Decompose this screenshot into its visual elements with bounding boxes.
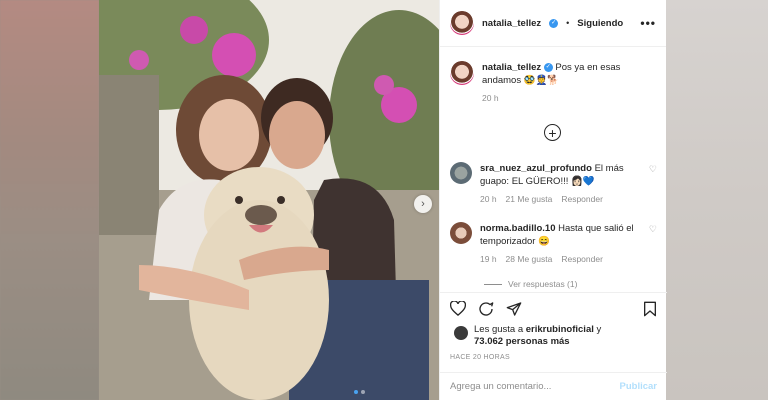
- caption-avatar[interactable]: [450, 61, 474, 85]
- avatar[interactable]: [450, 11, 474, 35]
- bookmark-icon[interactable]: [643, 301, 657, 317]
- header-username[interactable]: natalia_tellez: [482, 18, 541, 29]
- caption-time: 20 h: [482, 93, 499, 103]
- comment-input[interactable]: [450, 381, 620, 392]
- caption: natalia_tellez ✓ Pos ya en esas andamos …: [440, 47, 666, 103]
- carousel-dot-active: [354, 390, 358, 394]
- post-actions: [440, 292, 667, 324]
- more-icon[interactable]: •••: [640, 16, 656, 30]
- add-comment-bar: Publicar: [440, 372, 667, 400]
- comment-username[interactable]: sra_nuez_azul_profundo: [480, 163, 592, 174]
- comment-likes[interactable]: 28 Me gusta: [506, 253, 553, 266]
- heart-icon[interactable]: [450, 301, 466, 316]
- comment-time: 20 h: [480, 194, 497, 204]
- plus-circle-icon[interactable]: +: [544, 124, 561, 141]
- next-photo-button[interactable]: ›: [414, 195, 432, 213]
- comment-item: sra_nuez_azul_profundo El más guapo: EL …: [450, 162, 657, 206]
- comment-avatar[interactable]: [450, 162, 472, 184]
- comment-time: 19 h: [480, 254, 497, 264]
- follow-status-button[interactable]: Siguiendo: [577, 18, 623, 29]
- replies-divider: [484, 283, 502, 285]
- comment-item: norma.badillo.10 Hasta que salió el temp…: [450, 222, 657, 266]
- post-photo[interactable]: [99, 0, 439, 400]
- view-replies-label: Ver respuestas (1): [508, 279, 578, 289]
- likes-count[interactable]: 73.062 personas más: [474, 336, 570, 347]
- chevron-right-icon: ›: [421, 198, 425, 210]
- carousel-indicator: [354, 390, 365, 394]
- verified-icon: ✓: [549, 18, 559, 28]
- background-blur-right: [666, 0, 768, 400]
- post-header: natalia_tellez ✓ • Siguiendo •••: [440, 0, 666, 47]
- liker-username[interactable]: erikrubinoficial: [526, 324, 594, 335]
- reply-button[interactable]: Responder: [561, 253, 603, 266]
- verified-icon: ✓: [543, 62, 553, 72]
- comment-username[interactable]: norma.badillo.10: [480, 223, 556, 234]
- likes-summary: Les gusta a erikrubinoficial y 73.062 pe…: [454, 324, 601, 348]
- comment-avatar[interactable]: [450, 222, 472, 244]
- comment-like-icon[interactable]: ♡: [649, 224, 657, 266]
- caption-username[interactable]: natalia_tellez: [482, 62, 541, 73]
- photo-illustration: [99, 0, 439, 400]
- follow-separator: •: [566, 18, 570, 28]
- likes-middle: y: [596, 324, 602, 335]
- comment-likes[interactable]: 21 Me gusta: [506, 193, 553, 206]
- post-timestamp: HACE 20 HORAS: [450, 354, 510, 361]
- share-icon[interactable]: [506, 301, 522, 317]
- carousel-dot: [361, 390, 365, 394]
- publish-button[interactable]: Publicar: [620, 381, 658, 392]
- comment-like-icon[interactable]: ♡: [649, 164, 657, 206]
- background-blur-left: [0, 0, 99, 400]
- likes-prefix: Les gusta a: [474, 324, 524, 335]
- liker-avatar[interactable]: [454, 326, 468, 340]
- comment-icon[interactable]: [478, 301, 494, 317]
- post-side-panel: natalia_tellez ✓ • Siguiendo ••• natalia…: [439, 0, 667, 400]
- reply-button[interactable]: Responder: [561, 193, 603, 206]
- view-replies-link[interactable]: Ver respuestas (1): [484, 279, 577, 289]
